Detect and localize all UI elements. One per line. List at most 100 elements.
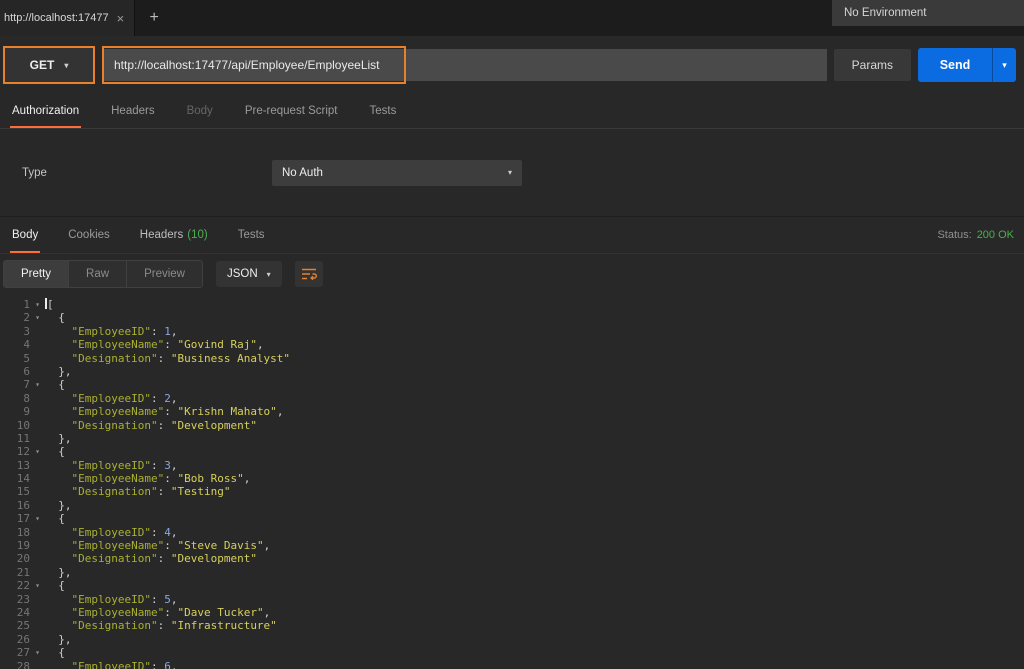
tab-authorization[interactable]: Authorization	[10, 94, 82, 128]
fold-toggle-icon[interactable]: ▾	[30, 579, 45, 592]
line-number: 12	[16, 445, 30, 459]
fold-toggle-icon[interactable]: ▾	[30, 445, 45, 458]
send-options-chevron-icon[interactable]: ▾	[992, 48, 1016, 82]
code-text: [	[45, 298, 54, 311]
fold-toggle-icon[interactable]: ▾	[30, 298, 45, 311]
auth-type-dropdown[interactable]: No Auth ▾	[272, 159, 522, 186]
code-text: {	[45, 579, 65, 593]
response-body-editor[interactable]: 1 ▾[2 ▾ {3 "EmployeeID": 1, 4 "EmployeeName…	[0, 294, 1024, 669]
status-badge: 200 OK	[976, 229, 1014, 241]
line-number: 8	[23, 391, 30, 405]
code-text: "EmployeeID": 3,	[71, 458, 178, 472]
chevron-down-icon: ▾	[266, 269, 271, 279]
request-tab[interactable]: http://localhost:17477 ×	[0, 0, 136, 36]
fold-gutter	[30, 392, 45, 405]
code-text: "Designation": "Development"	[71, 552, 257, 566]
response-tab-cookies[interactable]: Cookies	[66, 217, 112, 253]
url-input[interactable]	[102, 49, 827, 81]
response-tab-headers[interactable]: Headers (10)	[138, 217, 210, 253]
fold-gutter	[30, 472, 45, 485]
code-text: },	[45, 431, 72, 445]
code-text: },	[45, 498, 72, 512]
code-line: 19 "EmployeeName": "Steve Davis",	[0, 539, 1024, 552]
response-tabs: Body Cookies Headers (10) Tests Status: …	[0, 217, 1024, 254]
tab-headers[interactable]: Headers	[109, 94, 156, 128]
fold-gutter	[30, 432, 45, 445]
view-mode-group: Pretty Raw Preview	[3, 260, 203, 288]
code-text: "EmployeeName": "Bob Ross",	[71, 472, 251, 486]
code-line: 12 ▾ {	[0, 445, 1024, 458]
fold-gutter	[30, 405, 45, 418]
fold-toggle-icon[interactable]: ▾	[30, 646, 45, 659]
fold-gutter	[30, 660, 45, 669]
format-dropdown[interactable]: JSON ▾	[215, 261, 282, 287]
tab-pre-request-script[interactable]: Pre-request Script	[243, 94, 340, 128]
code-line: 23 "EmployeeID": 5,	[0, 593, 1024, 606]
code-line: 8 "EmployeeID": 2,	[0, 392, 1024, 405]
code-line: 27 ▾ {	[0, 646, 1024, 659]
auth-type-label: Type	[22, 166, 47, 179]
code-line: 5 "Designation": "Business Analyst"	[0, 352, 1024, 365]
pretty-button[interactable]: Pretty	[4, 261, 70, 287]
code-line: 13 "EmployeeID": 3,	[0, 459, 1024, 472]
url-field-wrap	[102, 46, 827, 84]
request-builder: GET ▾ Params Send ▾	[0, 36, 1024, 94]
line-number: 15	[16, 485, 30, 499]
code-text: "Designation": "Business Analyst"	[71, 351, 291, 365]
send-button[interactable]: Send	[918, 48, 992, 82]
code-text: "EmployeeName": "Dave Tucker",	[71, 605, 271, 619]
code-line: 2 ▾ {	[0, 311, 1024, 324]
line-number: 5	[23, 351, 30, 365]
code-text: "EmployeeID": 4,	[71, 525, 178, 539]
response-tab-body[interactable]: Body	[10, 217, 41, 253]
line-number: 9	[23, 405, 30, 419]
fold-gutter	[30, 325, 45, 338]
code-text: {	[45, 512, 65, 526]
code-line: 24 "EmployeeName": "Dave Tucker",	[0, 606, 1024, 619]
tab-body[interactable]: Body	[185, 94, 215, 128]
line-number: 11	[16, 431, 30, 445]
fold-toggle-icon[interactable]: ▾	[30, 512, 45, 525]
code-line: 15 "Designation": "Testing"	[0, 485, 1024, 498]
app-top-bar: http://localhost:17477 × + No Environmen…	[0, 0, 1024, 36]
code-line: 9 "EmployeeName": "Krishn Mahato",	[0, 405, 1024, 418]
code-line: 16 },	[0, 499, 1024, 512]
response-view-controls: Pretty Raw Preview JSON ▾	[0, 254, 1024, 294]
postman-window: http://localhost:17477 × + No Environmen…	[0, 0, 1024, 669]
method-dropdown[interactable]: GET ▾	[3, 46, 95, 84]
fold-toggle-icon[interactable]: ▾	[30, 378, 45, 391]
line-number: 7	[23, 378, 30, 392]
method-label: GET	[29, 58, 55, 72]
wrap-lines-button[interactable]	[294, 261, 323, 287]
code-line: 17 ▾ {	[0, 512, 1024, 525]
close-tab-icon[interactable]: ×	[117, 11, 125, 26]
send-button-group: Send ▾	[918, 48, 1016, 82]
fold-gutter	[30, 419, 45, 432]
environment-selector[interactable]: No Environment	[832, 0, 1024, 26]
code-text: "EmployeeID": 5,	[71, 592, 178, 606]
line-number: 21	[16, 565, 30, 579]
code-line: 18 "EmployeeID": 4,	[0, 526, 1024, 539]
fold-gutter	[30, 352, 45, 365]
fold-gutter	[30, 485, 45, 498]
preview-button[interactable]: Preview	[127, 261, 202, 287]
headers-label: Headers	[139, 229, 184, 241]
code-line: 22 ▾ {	[0, 579, 1024, 592]
response-tab-tests[interactable]: Tests	[236, 217, 267, 253]
code-text: {	[45, 311, 65, 325]
code-text: "Designation": "Testing"	[71, 485, 231, 499]
code-text: "EmployeeName": "Krishn Mahato",	[71, 405, 284, 419]
line-number: 16	[16, 498, 30, 512]
tab-title: http://localhost:17477	[4, 12, 109, 24]
code-line: 7 ▾ {	[0, 378, 1024, 391]
fold-gutter	[30, 606, 45, 619]
fold-toggle-icon[interactable]: ▾	[30, 311, 45, 324]
new-tab-button[interactable]: +	[135, 0, 173, 36]
code-line: 4 "EmployeeName": "Govind Raj",	[0, 338, 1024, 351]
tab-tests[interactable]: Tests	[368, 94, 399, 128]
params-button[interactable]: Params	[833, 49, 911, 81]
line-number: 25	[16, 619, 30, 633]
fold-gutter	[30, 552, 45, 565]
raw-button[interactable]: Raw	[69, 261, 128, 287]
code-text: "EmployeeName": "Govind Raj",	[71, 338, 264, 352]
